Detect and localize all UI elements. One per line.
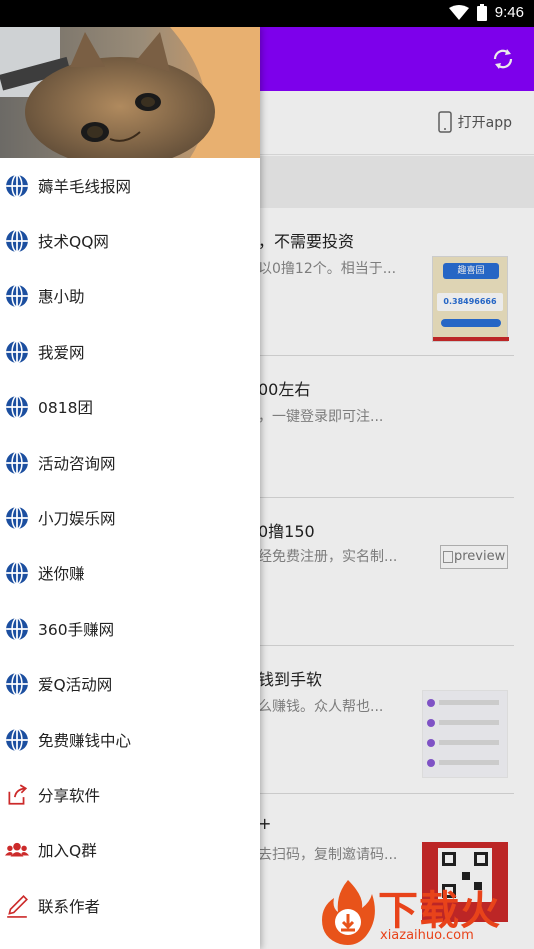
status-time: 9:46 — [494, 4, 524, 21]
globe-icon — [6, 561, 28, 586]
navigation-drawer: 薅羊毛线报网 技术QQ网 惠小助 我爱网 0818团 活动咨询网 小刀娱乐网 迷… — [0, 27, 260, 949]
menu-item-label: 小刀娱乐网 — [38, 510, 116, 529]
flame-logo-icon — [322, 880, 375, 945]
menu-item-label: 惠小助 — [38, 288, 85, 307]
globe-icon — [6, 174, 28, 198]
menu-item-contact-author[interactable]: 联系作者 — [0, 878, 260, 933]
menu-item-label: 360手赚网 — [38, 620, 115, 639]
menu-item-label: 分享软件 — [38, 786, 101, 805]
menu-item-label: 技术QQ网 — [38, 233, 109, 252]
menu-item-share[interactable]: 分享软件 — [0, 767, 260, 822]
menu-item-label: 爱Q活动网 — [38, 676, 113, 695]
menu-item-yangmao[interactable]: 薅羊毛线报网 — [0, 158, 260, 213]
menu-item-woai[interactable]: 我爱网 — [0, 324, 260, 379]
menu-item-label: 免费赚钱中心 — [38, 731, 132, 750]
status-bar: 9:46 — [0, 0, 534, 27]
wifi-icon — [448, 4, 469, 20]
cat-photo — [0, 27, 260, 158]
menu-item-label: 我爱网 — [38, 343, 85, 362]
globe-icon — [6, 506, 28, 530]
menu-item-aiq[interactable]: 爱Q活动网 — [0, 657, 260, 712]
share-icon — [8, 784, 28, 805]
watermark-url: xiazaihuo.com — [380, 928, 474, 943]
menu-item-0818tuan[interactable]: 0818团 — [0, 380, 260, 435]
pen-icon — [7, 894, 28, 918]
drawer-header-cat-image — [0, 27, 260, 158]
group-icon — [5, 843, 29, 857]
menu-item-360shouzhuan[interactable]: 360手赚网 — [0, 601, 260, 656]
menu-item-label: 迷你赚 — [38, 565, 85, 584]
globe-icon — [6, 395, 28, 419]
menu-item-xiaodao[interactable]: 小刀娱乐网 — [0, 490, 260, 545]
globe-icon — [6, 340, 28, 364]
watermark-logo: 下载火 xiazaihuo.com — [318, 878, 532, 948]
menu-item-label: 0818团 — [38, 399, 93, 418]
globe-icon — [6, 450, 28, 475]
menu-item-mianfei[interactable]: 免费赚钱中心 — [0, 712, 260, 767]
menu-item-label: 薅羊毛线报网 — [38, 177, 132, 196]
drawer-menu: 薅羊毛线报网 技术QQ网 惠小助 我爱网 0818团 活动咨询网 小刀娱乐网 迷… — [0, 158, 260, 933]
menu-item-huodongzixun[interactable]: 活动咨询网 — [0, 435, 260, 490]
globe-icon — [6, 727, 28, 752]
battery-icon — [476, 4, 487, 21]
menu-item-huixiaozhu[interactable]: 惠小助 — [0, 269, 260, 324]
globe-icon — [6, 617, 28, 641]
menu-item-label: 活动咨询网 — [38, 454, 116, 473]
menu-item-label: 加入Q群 — [38, 842, 97, 861]
menu-item-label: 联系作者 — [38, 897, 101, 916]
globe-icon — [6, 229, 28, 253]
menu-item-jishuqq[interactable]: 技术QQ网 — [0, 213, 260, 268]
globe-icon — [6, 672, 28, 696]
globe-icon — [6, 284, 28, 309]
menu-item-join-qq-group[interactable]: 加入Q群 — [0, 823, 260, 878]
menu-item-minizhuan[interactable]: 迷你赚 — [0, 546, 260, 601]
